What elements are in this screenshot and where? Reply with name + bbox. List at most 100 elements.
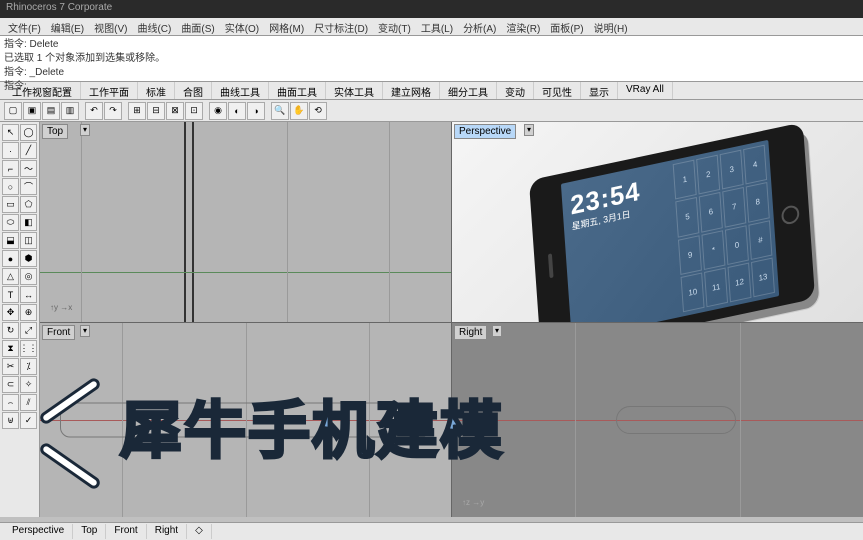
tab-item[interactable]: 曲面工具: [269, 82, 326, 99]
tool-boolean-icon[interactable]: ⊎: [2, 412, 19, 429]
viewport-perspective[interactable]: Perspective ▾ 23:54 星期五, 3月1日 1: [452, 122, 863, 322]
tool-rotate-icon[interactable]: ⟲: [309, 102, 327, 120]
tool-render-icon[interactable]: ◉: [209, 102, 227, 120]
viewport-menu-icon[interactable]: ▾: [492, 325, 502, 337]
status-tab[interactable]: ◇: [187, 524, 212, 539]
viewport-label[interactable]: Front: [42, 325, 75, 340]
grid: [40, 122, 451, 322]
tool-layout4-icon[interactable]: ⊡: [185, 102, 203, 120]
tool-move-icon[interactable]: ✥: [2, 304, 19, 321]
tool-arc-icon[interactable]: ⌒: [20, 178, 37, 195]
tool-wire-icon[interactable]: ◑: [247, 102, 265, 120]
menu-item[interactable]: 变动(T): [374, 19, 415, 34]
tool-layout-icon[interactable]: ⊞: [128, 102, 146, 120]
tool-select-icon[interactable]: ↖: [2, 124, 19, 141]
menu-item[interactable]: 说明(H): [590, 19, 632, 34]
menu-item[interactable]: 曲面(S): [177, 19, 218, 34]
tool-new-icon[interactable]: ▢: [4, 102, 22, 120]
command-area[interactable]: 指令: Delete 已选取 1 个对象添加到选集或移除。 指令: _Delet…: [0, 36, 863, 82]
tab-item[interactable]: 曲线工具: [212, 82, 269, 99]
toolbar-standard: ▢ ▣ ▤ ▥ ↶ ↷ ⊞ ⊟ ⊠ ⊡ ◉ ◐ ◑ 🔍 ✋ ⟲: [0, 100, 863, 122]
tool-layout3-icon[interactable]: ⊠: [166, 102, 184, 120]
tool-trim-icon[interactable]: ✂: [2, 358, 19, 375]
tool-analyze-icon[interactable]: ✓: [20, 412, 37, 429]
status-tab[interactable]: Perspective: [4, 524, 73, 539]
tool-zoom-icon[interactable]: 🔍: [271, 102, 289, 120]
menu-item[interactable]: 面板(P): [546, 19, 587, 34]
tool-print-icon[interactable]: ▥: [61, 102, 79, 120]
menu-item[interactable]: 尺寸标注(D): [310, 19, 372, 34]
tool-line-icon[interactable]: ╱: [20, 142, 37, 159]
tool-join-icon[interactable]: ⊂: [2, 376, 19, 393]
status-tab[interactable]: Top: [73, 524, 106, 539]
viewport-label[interactable]: Top: [42, 124, 68, 139]
tool-polyline-icon[interactable]: ⌐: [2, 160, 19, 177]
tab-item[interactable]: 变动: [497, 82, 534, 99]
tab-item[interactable]: 细分工具: [440, 82, 497, 99]
tab-item[interactable]: 显示: [581, 82, 618, 99]
tool-text-icon[interactable]: T: [2, 286, 19, 303]
tab-item[interactable]: 可见性: [534, 82, 581, 99]
tab-item[interactable]: 合图: [175, 82, 212, 99]
tool-box-icon[interactable]: ◫: [20, 232, 37, 249]
tool-extrude-icon[interactable]: ⬓: [2, 232, 19, 249]
tool-fillet-icon[interactable]: ⌢: [2, 394, 19, 411]
tool-cylinder-icon[interactable]: ⬢: [20, 250, 37, 267]
viewport-label[interactable]: Perspective: [454, 124, 516, 139]
tool-save-icon[interactable]: ▤: [42, 102, 60, 120]
tab-item[interactable]: 工作视窗配置: [4, 82, 81, 99]
tool-lasso-icon[interactable]: ◯: [20, 124, 37, 141]
tool-shade-icon[interactable]: ◐: [228, 102, 246, 120]
tool-rotate2-icon[interactable]: ↻: [2, 322, 19, 339]
viewport-menu-icon[interactable]: ▾: [524, 124, 534, 136]
tool-dim-icon[interactable]: ↔: [20, 286, 37, 303]
tool-surface-icon[interactable]: ◧: [20, 214, 37, 231]
tool-curve-icon[interactable]: ～: [20, 160, 37, 177]
status-tab[interactable]: Front: [106, 524, 146, 539]
tool-ellipse-icon[interactable]: ⬭: [2, 214, 19, 231]
tab-item[interactable]: 标准: [138, 82, 175, 99]
menu-item[interactable]: 分析(A): [459, 19, 500, 34]
tool-offset-icon[interactable]: ⫽: [20, 394, 37, 411]
key: 0: [725, 225, 749, 265]
menu-item[interactable]: 渲染(R): [502, 19, 544, 34]
tab-item[interactable]: VRay All: [618, 82, 673, 99]
tool-torus-icon[interactable]: ◎: [20, 268, 37, 285]
tool-pan-icon[interactable]: ✋: [290, 102, 308, 120]
key: 3: [720, 150, 744, 190]
tab-item[interactable]: 工作平面: [81, 82, 138, 99]
menu-item[interactable]: 曲线(C): [133, 19, 175, 34]
menu-item[interactable]: 工具(L): [417, 19, 457, 34]
viewport-top[interactable]: Top ▾ ↑y →x: [40, 122, 451, 322]
tool-array-icon[interactable]: ⋮⋮: [20, 340, 37, 357]
tool-rect-icon[interactable]: ▭: [2, 196, 19, 213]
tool-redo-icon[interactable]: ↷: [104, 102, 122, 120]
tool-open-icon[interactable]: ▣: [23, 102, 41, 120]
tab-item[interactable]: 实体工具: [326, 82, 383, 99]
tool-circle-icon[interactable]: ○: [2, 178, 19, 195]
menu-item[interactable]: 视图(V): [90, 19, 131, 34]
menu-item[interactable]: 实体(O): [221, 19, 263, 34]
tool-layout2-icon[interactable]: ⊟: [147, 102, 165, 120]
tool-cone-icon[interactable]: △: [2, 268, 19, 285]
status-tab[interactable]: Right: [147, 524, 187, 539]
tool-scale-icon[interactable]: ⤢: [20, 322, 37, 339]
viewport-right[interactable]: Right ▾ ↑z →y: [452, 323, 863, 517]
tool-mirror-icon[interactable]: ⧗: [2, 340, 19, 357]
viewport-menu-icon[interactable]: ▾: [80, 325, 90, 337]
key: 10: [681, 272, 705, 312]
tool-explode-icon[interactable]: ✧: [20, 376, 37, 393]
tool-sphere-icon[interactable]: ●: [2, 250, 19, 267]
tab-item[interactable]: 建立网格: [383, 82, 440, 99]
viewport-menu-icon[interactable]: ▾: [80, 124, 90, 136]
tool-undo-icon[interactable]: ↶: [85, 102, 103, 120]
menu-item[interactable]: 文件(F): [4, 19, 45, 34]
key: 13: [751, 257, 775, 297]
menu-item[interactable]: 网格(M): [265, 19, 308, 34]
menu-item[interactable]: 编辑(E): [47, 19, 88, 34]
tool-split-icon[interactable]: ⁒: [20, 358, 37, 375]
viewport-label[interactable]: Right: [454, 325, 487, 340]
tool-point-icon[interactable]: ·: [2, 142, 19, 159]
tool-polygon-icon[interactable]: ⬠: [20, 196, 37, 213]
tool-copy-icon[interactable]: ⊕: [20, 304, 37, 321]
